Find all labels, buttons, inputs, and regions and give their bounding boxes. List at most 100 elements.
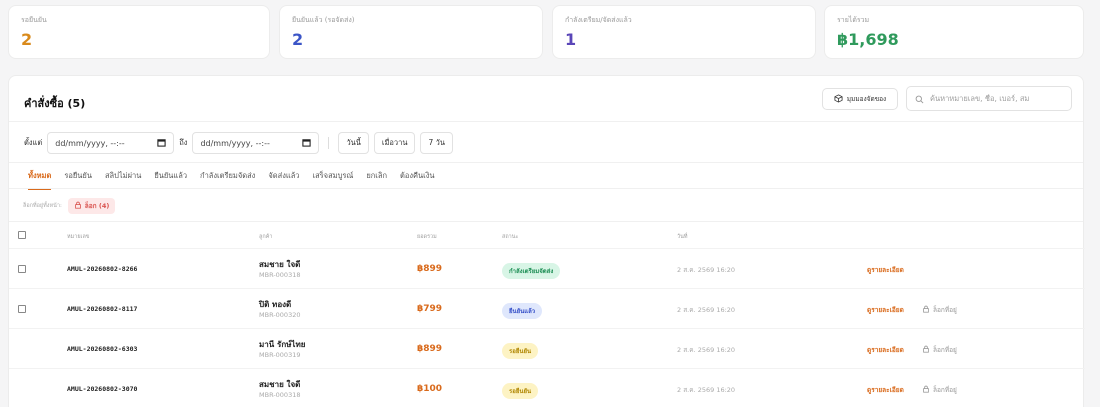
stat-label: กำลังเตรียม/จัดส่งแล้ว (565, 16, 632, 24)
lock-address-button[interactable]: ล็อกที่อยู่ (922, 305, 957, 315)
from-date-input[interactable]: dd/mm/yyyy, --:-- (47, 132, 175, 154)
to-date-input[interactable]: dd/mm/yyyy, --:-- (192, 132, 320, 154)
lock-address-label: ล็อกที่อยู่ (933, 346, 957, 354)
stat-value: 2 (292, 30, 304, 49)
to-label: ถึง (179, 138, 188, 147)
separator (328, 137, 330, 149)
divider (9, 188, 1083, 189)
order-total: ฿100 (417, 384, 443, 394)
stat-value: 1 (565, 30, 577, 49)
customer-member-id: MBR-000318 (259, 271, 301, 279)
date-placeholder: dd/mm/yyyy, --:-- (200, 138, 270, 148)
quick-yesterday-button[interactable]: เมื่อวาน (373, 132, 416, 154)
status-badge: รอยืนยัน (502, 343, 539, 359)
tab-cancelled[interactable]: ยกเลิก (366, 170, 387, 190)
tab-all[interactable]: ทั้งหมด (28, 170, 52, 190)
customer-name: มานี รักษ์ไทย (259, 340, 306, 349)
status-badge: กำลังเตรียมจัดส่ง (502, 263, 561, 279)
stat-card-pending: รอยืนยัน 2 (8, 5, 270, 59)
order-number: AMUL-20260802-8266 (67, 265, 138, 273)
column-header-order-no: หมายเลข (67, 234, 90, 240)
column-header-total: ยอดรวม (417, 234, 437, 240)
table-row[interactable]: AMUL-20260802-8117 ปิติ ทองดี MBR-000320… (9, 288, 1085, 328)
panel-title: คำสั่งซื้อ (5) (24, 97, 86, 110)
stat-value: ฿1,698 (837, 30, 899, 49)
search-input[interactable] (930, 94, 1063, 103)
tab-completed[interactable]: เสร็จสมบูรณ์ (313, 170, 354, 190)
status-badge: รอยืนยัน (502, 383, 539, 399)
stat-card-shipping: กำลังเตรียม/จัดส่งแล้ว 1 (552, 5, 816, 59)
tab-shipped[interactable]: จัดส่งแล้ว (268, 170, 299, 190)
quick-today-button[interactable]: วันนี้ (338, 132, 369, 154)
table-row[interactable]: AMUL-20260802-6303 มานี รักษ์ไทย MBR-000… (9, 328, 1085, 368)
lock-icon (74, 201, 82, 211)
tab-confirmed[interactable]: ยืนยันแล้ว (154, 170, 187, 190)
status-tabs: ทั้งหมด รอยืนยัน สลิปไม่ผ่าน ยืนยันแล้ว … (28, 170, 435, 190)
stat-label: รอยืนยัน (21, 16, 47, 24)
lock-count-button[interactable]: ล็อก (4) (67, 198, 116, 214)
pack-view-label: มุมมองจัดของ (846, 95, 887, 103)
status-badge: ยืนยันแล้ว (502, 303, 543, 319)
date-filter: ตั้งแต่ dd/mm/yyyy, --:-- ถึง dd/mm/yyyy… (24, 131, 453, 155)
lock-address-button[interactable]: ล็อกที่อยู่ (922, 345, 957, 355)
stat-value: 2 (21, 30, 33, 49)
order-total: ฿899 (417, 344, 443, 354)
table-row[interactable]: AMUL-20260802-3070 สมชาย ใจดี MBR-000318… (9, 368, 1085, 407)
lock-address-label: ล็อกที่อยู่ (933, 306, 957, 314)
divider (9, 121, 1083, 122)
stat-label: รายได้รวม (837, 16, 870, 24)
column-header-status: สถานะ (502, 234, 519, 240)
pack-view-button[interactable]: มุมมองจัดของ (822, 88, 898, 110)
order-number: AMUL-20260802-8117 (67, 305, 138, 313)
row-checkbox[interactable] (18, 305, 26, 313)
order-number: AMUL-20260802-3070 (67, 385, 138, 393)
customer-member-id: MBR-000320 (259, 311, 301, 319)
order-total: ฿799 (417, 304, 443, 314)
divider (9, 162, 1083, 163)
column-header-date: วันที่ (677, 234, 688, 240)
tab-preparing[interactable]: กำลังเตรียมจัดส่ง (200, 170, 255, 190)
customer-member-id: MBR-000318 (259, 391, 301, 399)
search-box[interactable] (906, 86, 1072, 111)
orders-panel: คำสั่งซื้อ (5) มุมมองจัดของ ตั้งแต่ dd/m… (8, 75, 1085, 407)
view-detail-link[interactable]: ดูรายละเอียด (867, 385, 904, 395)
order-date: 2 ส.ค. 2569 16:20 (677, 266, 736, 274)
stat-card-confirmed: ยืนยันแล้ว (รอจัดส่ง) 2 (279, 5, 543, 59)
lock-icon (922, 305, 930, 315)
from-label: ตั้งแต่ (24, 138, 43, 147)
customer-member-id: MBR-000319 (259, 351, 301, 359)
customer-name: สมชาย ใจดี (259, 380, 301, 389)
order-total: ฿899 (417, 264, 443, 274)
column-header-customer: ลูกค้า (259, 234, 273, 240)
lock-all-row: ล็อกที่อยู่ทั้งหน้า: ล็อก (4) (23, 198, 116, 214)
tab-refund[interactable]: ต้องคืนเงิน (400, 170, 435, 190)
view-detail-link[interactable]: ดูรายละเอียด (867, 265, 904, 275)
row-checkbox[interactable] (18, 265, 26, 273)
lock-icon (922, 385, 930, 395)
table-row[interactable]: AMUL-20260802-8266 สมชาย ใจดี MBR-000318… (9, 248, 1085, 288)
customer-name: สมชาย ใจดี (259, 260, 301, 269)
date-placeholder: dd/mm/yyyy, --:-- (55, 138, 125, 148)
customer-name: ปิติ ทองดี (259, 300, 292, 309)
tab-slip-failed[interactable]: สลิปไม่ผ่าน (105, 170, 141, 190)
lock-address-label: ล็อกที่อยู่ (933, 386, 957, 394)
lock-icon (922, 345, 930, 355)
divider (9, 221, 1083, 222)
view-detail-link[interactable]: ดูรายละเอียด (867, 305, 904, 315)
order-number: AMUL-20260802-6303 (67, 345, 138, 353)
package-icon (834, 93, 843, 105)
calendar-icon (302, 138, 312, 149)
view-detail-link[interactable]: ดูรายละเอียด (867, 345, 904, 355)
lock-address-button[interactable]: ล็อกที่อยู่ (922, 385, 957, 395)
order-date: 2 ส.ค. 2569 16:20 (677, 386, 736, 394)
stat-label: ยืนยันแล้ว (รอจัดส่ง) (292, 16, 355, 24)
lock-count-label: ล็อก (4) (84, 202, 110, 210)
stat-card-revenue: รายได้รวม ฿1,698 (824, 5, 1084, 59)
select-all-checkbox[interactable] (18, 231, 26, 239)
quick-7days-button[interactable]: 7 วัน (420, 132, 453, 154)
order-date: 2 ส.ค. 2569 16:20 (677, 346, 736, 354)
lock-all-label: ล็อกที่อยู่ทั้งหน้า: (23, 203, 62, 209)
order-date: 2 ส.ค. 2569 16:20 (677, 306, 736, 314)
calendar-icon (157, 138, 166, 149)
tab-pending[interactable]: รอยืนยัน (64, 170, 92, 190)
